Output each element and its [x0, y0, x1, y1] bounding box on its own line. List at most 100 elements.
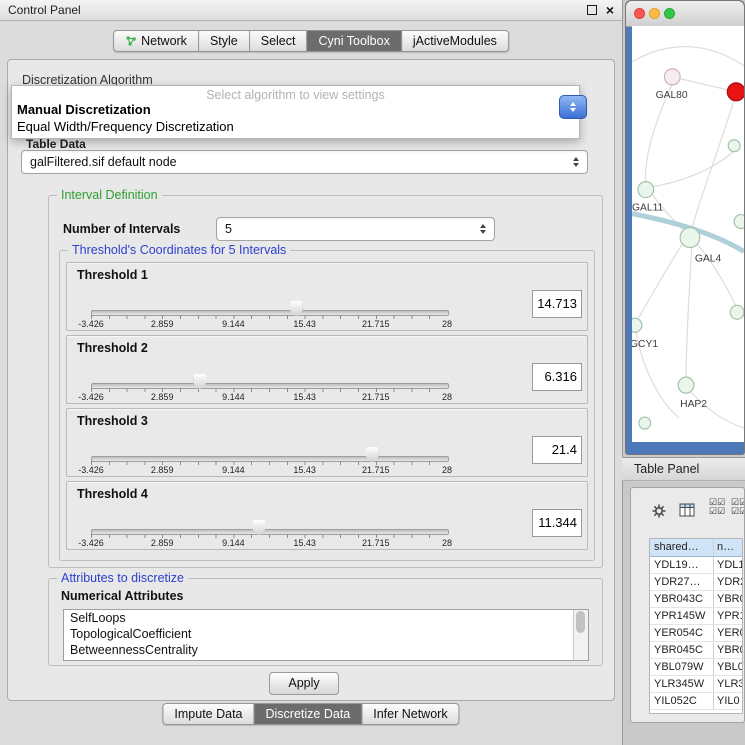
scale-label: 15.43: [293, 465, 316, 475]
table-row[interactable]: YPR145WYPR1: [650, 608, 742, 625]
minimize-traffic-light-icon[interactable]: [649, 8, 660, 19]
chevron-up-icon: [570, 102, 576, 106]
threshold-3-slider[interactable]: -3.426 2.859 9.144 15.43 21.715 28: [91, 447, 447, 475]
node[interactable]: [730, 305, 744, 319]
table-row[interactable]: YDL19…YDL1: [650, 557, 742, 574]
network-graph: GAL80 GAL11 GAL4 GCY1 HAP2: [632, 26, 744, 442]
threshold-4-panel: Threshold 4 -3.426 2.859 9.144 15.43 21.…: [66, 481, 588, 550]
node[interactable]: [728, 140, 740, 152]
control-panel-window: Control Panel × Network Style Select Cyn…: [0, 0, 623, 745]
threshold-label: Threshold 4: [77, 487, 148, 501]
chevron-down-icon: [570, 108, 576, 112]
scale-label: -3.426: [78, 538, 104, 548]
threshold-label: Threshold 3: [77, 414, 148, 428]
threshold-2-value-field[interactable]: 6.316: [532, 363, 582, 391]
scale-label: 9.144: [222, 538, 245, 548]
scale-label: 21.715: [362, 319, 390, 329]
node-label: GAL4: [695, 253, 722, 264]
tab-discretize-data[interactable]: Discretize Data: [255, 704, 363, 724]
show-columns-icon[interactable]: [679, 503, 695, 517]
table-row[interactable]: YDR27…YDR2: [650, 574, 742, 591]
tab-infer-network[interactable]: Infer Network: [362, 704, 458, 724]
node[interactable]: [639, 417, 651, 429]
table-row[interactable]: YIL052CYIL0: [650, 693, 742, 710]
threshold-3-value-field[interactable]: 21.4: [532, 436, 582, 464]
scrollbar-thumb[interactable]: [576, 611, 585, 633]
list-item[interactable]: BetweennessCentrality: [64, 642, 588, 658]
table-row[interactable]: YER054CYER0: [650, 625, 742, 642]
tab-network[interactable]: Network: [114, 31, 199, 51]
slider-scale: -3.426 2.859 9.144 15.43 21.715 28: [91, 465, 447, 477]
numerical-attributes-label: Numerical Attributes: [61, 589, 183, 603]
control-panel-titlebar: Control Panel ×: [0, 0, 622, 21]
network-canvas[interactable]: GAL80 GAL11 GAL4 GCY1 HAP2: [632, 26, 744, 442]
deselect-all-columns-icon[interactable]: ☑☑☑☑: [731, 498, 745, 516]
attributes-group: Attributes to discretize Numerical Attri…: [48, 578, 603, 666]
node-table: shared… n… YDL19…YDL1 YDR27…YDR2 YBR043C…: [649, 538, 743, 714]
scale-label: 2.859: [151, 465, 174, 475]
option-manual-discretization[interactable]: Manual Discretization: [17, 102, 151, 117]
threshold-4-slider[interactable]: -3.426 2.859 9.144 15.43 21.715 28: [91, 520, 447, 548]
threshold-4-value-field[interactable]: 11.344: [532, 509, 582, 537]
list-item[interactable]: TopologicalCoefficient: [64, 626, 588, 642]
threshold-2-slider[interactable]: -3.426 2.859 9.144 15.43 21.715 28: [91, 374, 447, 402]
list-item[interactable]: SelfLoops: [64, 610, 588, 626]
algorithm-combo-button[interactable]: [559, 95, 587, 119]
node-selected-red[interactable]: [727, 83, 744, 101]
node-gal80[interactable]: [664, 69, 680, 85]
cyni-toolbox-panel: Discretization Algorithm Select algorith…: [7, 59, 615, 701]
scale-label: 28: [442, 392, 452, 402]
attributes-group-title: Attributes to discretize: [57, 571, 188, 585]
option-equal-width-frequency[interactable]: Equal Width/Frequency Discretization: [17, 119, 234, 134]
threshold-1-slider[interactable]: -3.426 2.859 9.144 15.43 21.715 28: [91, 301, 447, 329]
algorithm-hint: Select algorithm to view settings: [12, 88, 579, 102]
close-traffic-light-icon[interactable]: [634, 8, 645, 19]
select-all-columns-icon[interactable]: ☑☑☑☑: [709, 498, 725, 516]
tab-label: Network: [141, 34, 187, 48]
scale-label: 2.859: [151, 392, 174, 402]
float-window-icon[interactable]: [587, 5, 597, 15]
scale-label: 21.715: [362, 465, 390, 475]
node-gal11[interactable]: [638, 182, 654, 198]
table-row[interactable]: YBR043CYBR0: [650, 591, 742, 608]
table-row[interactable]: YLR345WYLR3: [650, 676, 742, 693]
node-gcy1[interactable]: [632, 318, 642, 332]
node-hap2[interactable]: [678, 377, 694, 393]
node-gal4[interactable]: [680, 228, 700, 248]
apply-button[interactable]: Apply: [269, 672, 339, 695]
scale-label: 21.715: [362, 392, 390, 402]
tab-style[interactable]: Style: [199, 31, 250, 51]
bottom-tab-bar: Impute Data Discretize Data Infer Networ…: [162, 703, 459, 725]
interval-definition-group: Interval Definition Number of Intervals …: [48, 195, 603, 568]
column-header-shared-name[interactable]: shared…: [650, 539, 714, 556]
thresholds-group: Threshold's Coordinates for 5 Intervals …: [59, 250, 595, 561]
node[interactable]: [734, 215, 744, 229]
table-row[interactable]: YBR045CYBR0: [650, 642, 742, 659]
tab-label: jActiveModules: [413, 34, 497, 48]
tab-jactivemodules[interactable]: jActiveModules: [402, 31, 508, 51]
tab-label: Cyni Toolbox: [318, 34, 389, 48]
scale-label: 21.715: [362, 538, 390, 548]
table-row[interactable]: YBL079WYBL0: [650, 659, 742, 676]
zoom-traffic-light-icon[interactable]: [664, 8, 675, 19]
top-tab-bar: Network Style Select Cyni Toolbox jActiv…: [113, 30, 509, 52]
number-of-intervals-combo[interactable]: 5: [216, 217, 495, 241]
tab-label: Style: [210, 34, 238, 48]
threshold-label: Threshold 2: [77, 341, 148, 355]
table-data-combo[interactable]: galFiltered.sif default node: [21, 150, 588, 174]
tab-cyni-toolbox[interactable]: Cyni Toolbox: [307, 31, 401, 51]
scale-label: 28: [442, 538, 452, 548]
threshold-label: Threshold 1: [77, 268, 148, 282]
scale-label: 28: [442, 319, 452, 329]
attributes-list[interactable]: SelfLoops TopologicalCoefficient Between…: [63, 609, 589, 661]
network-view-window: GAL80 GAL11 GAL4 GCY1 HAP2: [625, 0, 745, 455]
list-scrollbar[interactable]: [573, 610, 588, 660]
scale-label: 15.43: [293, 319, 316, 329]
tab-impute-data[interactable]: Impute Data: [163, 704, 254, 724]
column-header-name[interactable]: n…: [714, 539, 742, 556]
tab-select[interactable]: Select: [250, 31, 308, 51]
threshold-1-value-field[interactable]: 14.713: [532, 290, 582, 318]
slider-scale: -3.426 2.859 9.144 15.43 21.715 28: [91, 392, 447, 404]
gear-icon[interactable]: [651, 503, 667, 519]
close-icon[interactable]: ×: [606, 4, 614, 16]
